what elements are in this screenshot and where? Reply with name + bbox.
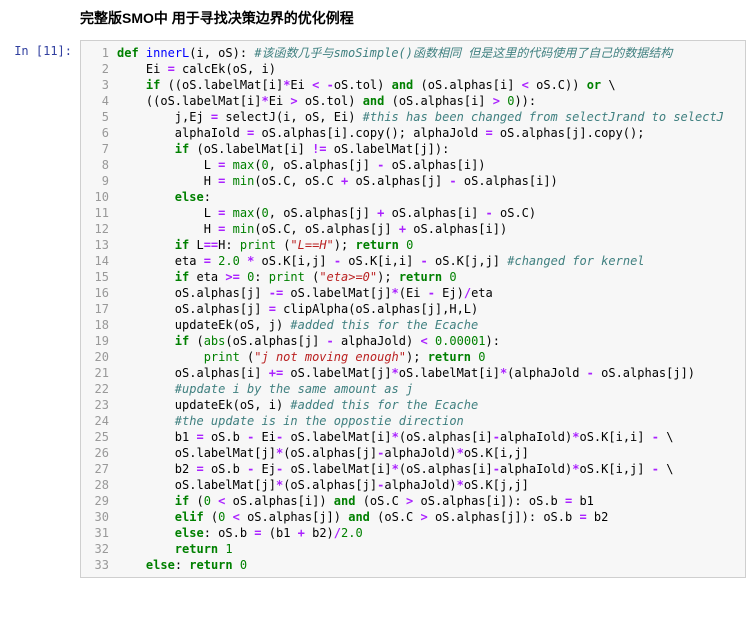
code-line[interactable]: oS.alphas[j] -= oS.labelMat[j]*(Ei - Ej)… <box>117 285 724 301</box>
line-number: 1 <box>85 45 109 61</box>
line-number: 22 <box>85 381 109 397</box>
code-line[interactable]: updateEk(oS, i) #added this for the Ecac… <box>117 397 724 413</box>
line-number: 29 <box>85 493 109 509</box>
line-number: 11 <box>85 205 109 221</box>
code-line[interactable]: oS.labelMat[j]*(oS.alphas[j]-alphaJold)*… <box>117 445 724 461</box>
code-line[interactable]: if (0 < oS.alphas[i]) and (oS.C > oS.alp… <box>117 493 724 509</box>
code-line[interactable]: return 1 <box>117 541 724 557</box>
line-number: 32 <box>85 541 109 557</box>
page: 完整版SMO中 用于寻找决策边界的优化例程 In [11]: 123456789… <box>0 0 754 578</box>
line-number: 4 <box>85 93 109 109</box>
code-line[interactable]: elif (0 < oS.alphas[j]) and (oS.C > oS.a… <box>117 509 724 525</box>
line-number: 24 <box>85 413 109 429</box>
line-number: 8 <box>85 157 109 173</box>
code-line[interactable]: if L==H: print ("L==H"); return 0 <box>117 237 724 253</box>
line-gutter: 1234567891011121314151617181920212223242… <box>81 41 115 577</box>
code-line[interactable]: L = max(0, oS.alphas[j] - oS.alphas[i]) <box>117 157 724 173</box>
line-number: 9 <box>85 173 109 189</box>
line-number: 16 <box>85 285 109 301</box>
code-line[interactable]: b2 = oS.b - Ej- oS.labelMat[i]*(oS.alpha… <box>117 461 724 477</box>
code-line[interactable]: b1 = oS.b - Ei- oS.labelMat[i]*(oS.alpha… <box>117 429 724 445</box>
line-number: 18 <box>85 317 109 333</box>
line-number: 30 <box>85 509 109 525</box>
code-line[interactable]: print ("j not moving enough"); return 0 <box>117 349 724 365</box>
line-number: 33 <box>85 557 109 573</box>
line-number: 15 <box>85 269 109 285</box>
code-line[interactable]: else: <box>117 189 724 205</box>
code-editor[interactable]: 1234567891011121314151617181920212223242… <box>80 40 746 578</box>
code-line[interactable]: else: oS.b = (b1 + b2)/2.0 <box>117 525 724 541</box>
code-line[interactable]: updateEk(oS, j) #added this for the Ecac… <box>117 317 724 333</box>
line-number: 28 <box>85 477 109 493</box>
code-line[interactable]: oS.alphas[i] += oS.labelMat[j]*oS.labelM… <box>117 365 724 381</box>
line-number: 20 <box>85 349 109 365</box>
code-line[interactable]: #the update is in the oppostie direction <box>117 413 724 429</box>
input-prompt: In [11]: <box>0 40 80 58</box>
code-body[interactable]: def innerL(i, oS): #该函数几乎与smoSimple()函数相… <box>115 41 730 577</box>
line-number: 14 <box>85 253 109 269</box>
code-line[interactable]: if eta >= 0: print ("eta>=0"); return 0 <box>117 269 724 285</box>
section-title: 完整版SMO中 用于寻找决策边界的优化例程 <box>80 8 754 28</box>
code-line[interactable]: L = max(0, oS.alphas[j] + oS.alphas[i] -… <box>117 205 724 221</box>
code-line[interactable]: if (abs(oS.alphas[j] - alphaJold) < 0.00… <box>117 333 724 349</box>
line-number: 12 <box>85 221 109 237</box>
code-line[interactable]: H = min(oS.C, oS.C + oS.alphas[j] - oS.a… <box>117 173 724 189</box>
line-number: 2 <box>85 61 109 77</box>
code-line[interactable]: ((oS.labelMat[i]*Ei > oS.tol) and (oS.al… <box>117 93 724 109</box>
code-line[interactable]: else: return 0 <box>117 557 724 573</box>
line-number: 10 <box>85 189 109 205</box>
code-line[interactable]: Ei = calcEk(oS, i) <box>117 61 724 77</box>
line-number: 6 <box>85 125 109 141</box>
code-line[interactable]: j,Ej = selectJ(i, oS, Ei) #this has been… <box>117 109 724 125</box>
line-number: 31 <box>85 525 109 541</box>
code-line[interactable]: H = min(oS.C, oS.alphas[j] + oS.alphas[i… <box>117 221 724 237</box>
code-line[interactable]: alphaIold = oS.alphas[i].copy(); alphaJo… <box>117 125 724 141</box>
line-number: 19 <box>85 333 109 349</box>
line-number: 5 <box>85 109 109 125</box>
line-number: 26 <box>85 445 109 461</box>
code-line[interactable]: oS.alphas[j] = clipAlpha(oS.alphas[j],H,… <box>117 301 724 317</box>
code-line[interactable]: eta = 2.0 * oS.K[i,j] - oS.K[i,i] - oS.K… <box>117 253 724 269</box>
code-line[interactable]: def innerL(i, oS): #该函数几乎与smoSimple()函数相… <box>117 45 724 61</box>
code-line[interactable]: if ((oS.labelMat[i]*Ei < -oS.tol) and (o… <box>117 77 724 93</box>
code-cell: In [11]: 1234567891011121314151617181920… <box>0 40 754 578</box>
line-number: 17 <box>85 301 109 317</box>
line-number: 25 <box>85 429 109 445</box>
line-number: 23 <box>85 397 109 413</box>
line-number: 21 <box>85 365 109 381</box>
line-number: 7 <box>85 141 109 157</box>
line-number: 13 <box>85 237 109 253</box>
code-line[interactable]: if (oS.labelMat[i] != oS.labelMat[j]): <box>117 141 724 157</box>
code-line[interactable]: oS.labelMat[j]*(oS.alphas[j]-alphaJold)*… <box>117 477 724 493</box>
line-number: 27 <box>85 461 109 477</box>
code-line[interactable]: #update i by the same amount as j <box>117 381 724 397</box>
line-number: 3 <box>85 77 109 93</box>
